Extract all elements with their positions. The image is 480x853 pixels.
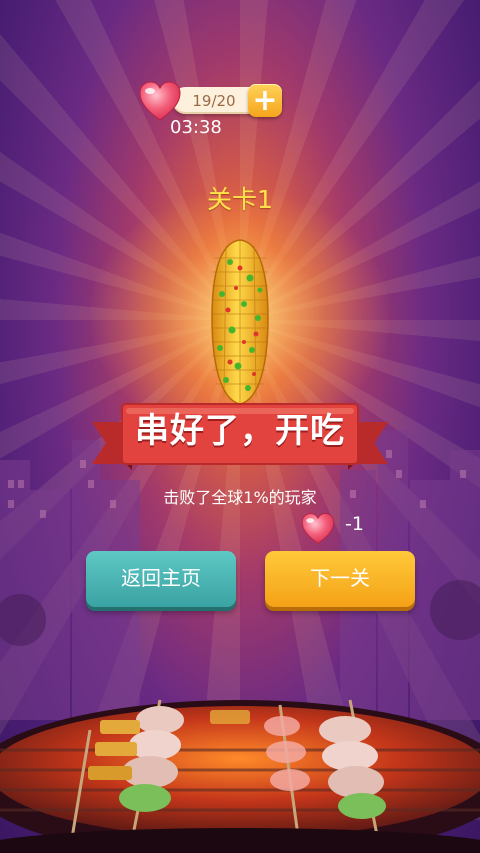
- heart-icon: [301, 513, 335, 544]
- heart-icon: [139, 81, 181, 121]
- next-level-button[interactable]: 下一关: [265, 551, 415, 607]
- bbq-grill-illustration: [0, 699, 480, 853]
- level-title: 关卡1: [207, 185, 273, 214]
- ranking-text: 击败了全球1%的玩家: [163, 488, 317, 507]
- result-banner-text: 串好了，开吃: [135, 411, 345, 451]
- level-complete-screen: 19/20 + 03:38 关卡1 串好了，开吃 击败了全球1%的玩家 -1 返…: [0, 0, 480, 853]
- lives-penalty: -1: [345, 513, 364, 535]
- back-to-home-button[interactable]: 返回主页: [86, 551, 236, 607]
- lives-count: 19/20: [192, 92, 236, 110]
- plus-icon: +: [252, 83, 278, 118]
- add-lives-button[interactable]: +: [248, 84, 282, 117]
- lives-timer: 03:38: [170, 117, 222, 138]
- corn-cob-icon: [211, 239, 269, 405]
